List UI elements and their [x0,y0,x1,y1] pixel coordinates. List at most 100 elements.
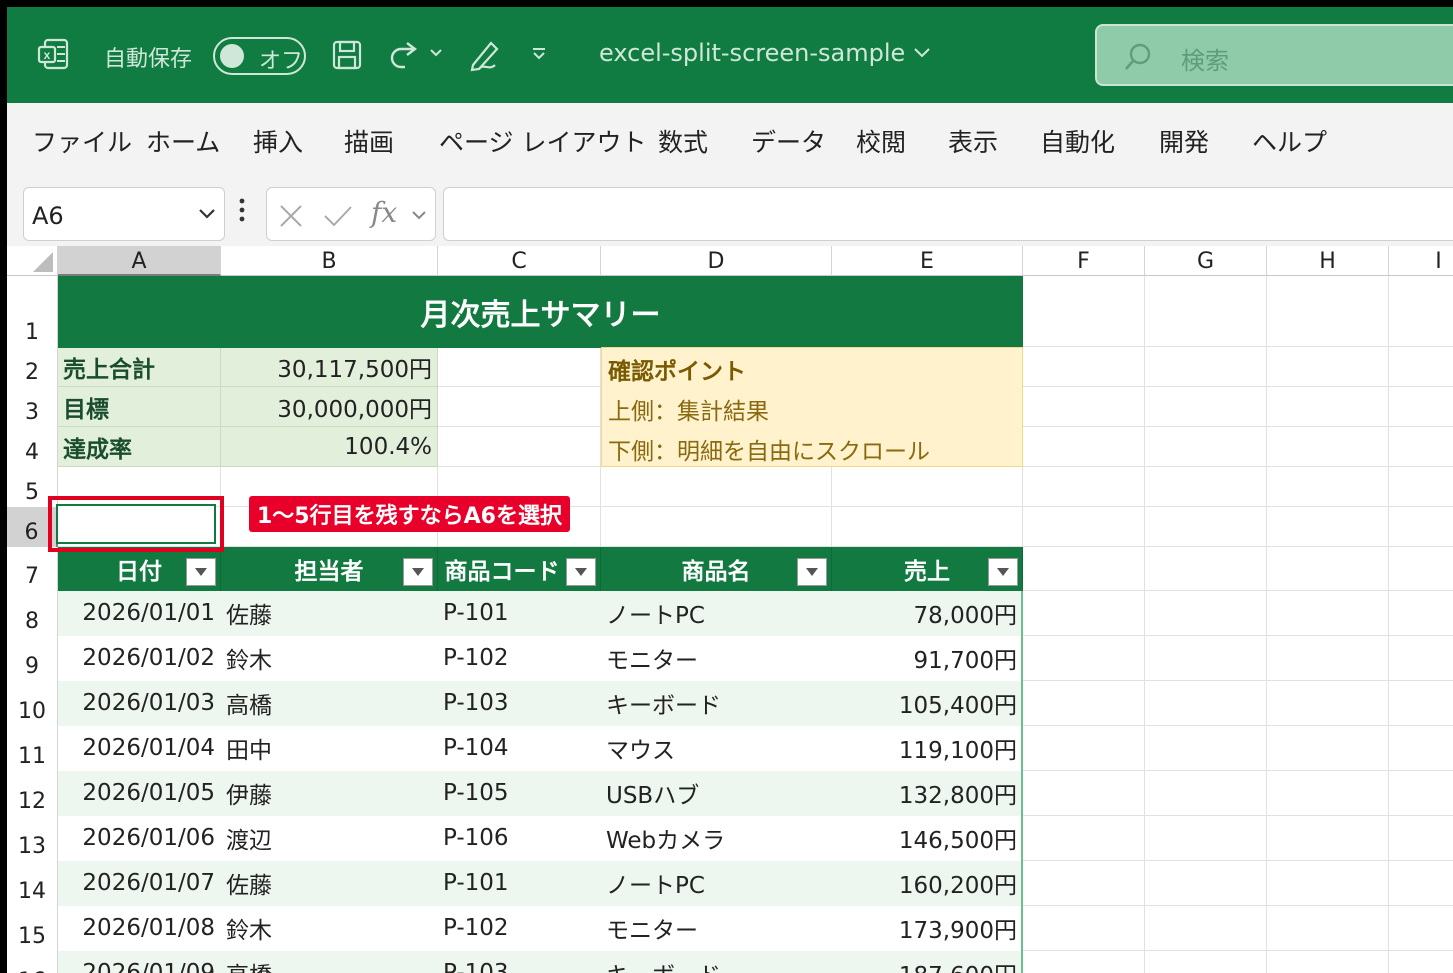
save-icon[interactable] [331,39,363,71]
grid-cell[interactable] [1267,636,1389,681]
summary-label[interactable]: 目標 [58,387,221,427]
grid-cell[interactable] [1145,726,1267,771]
grid-cell[interactable] [1389,951,1453,973]
more-options-icon[interactable] [239,197,245,223]
column-header-b[interactable]: B [221,246,438,276]
sheet-title[interactable]: 月次売上サマリー [58,276,1023,348]
row-header-16[interactable]: 16 [7,951,58,973]
chevron-down-icon[interactable] [411,210,427,220]
grid-cell[interactable] [1389,906,1453,951]
column-header-a[interactable]: A [58,246,221,276]
grid-cell[interactable] [1267,591,1389,636]
grid-cell[interactable] [1267,906,1389,951]
grid-cell[interactable] [1145,951,1267,973]
table-cell[interactable]: P-101 [438,861,601,906]
table-cell[interactable]: マウス [601,726,832,771]
table-cell[interactable]: 佐藤 [221,861,438,906]
grid-cell[interactable] [1023,347,1145,387]
summary-value[interactable]: 100.4% [221,427,438,467]
insert-function-button[interactable]: fx [371,196,397,229]
grid-cell[interactable] [1389,547,1453,591]
table-cell[interactable]: P-102 [438,906,601,951]
table-cell[interactable]: 160,200円 [832,861,1023,906]
autosave-toggle[interactable]: オフ [213,37,306,75]
row-header-11[interactable]: 11 [7,726,58,771]
grid-cell[interactable] [1389,636,1453,681]
grid-cell[interactable] [832,507,1023,547]
tab-9[interactable]: 表示 [948,123,998,159]
tab-5[interactable]: ページ レイアウト [439,123,646,159]
cancel-icon[interactable] [279,204,303,228]
column-header-e[interactable]: E [832,246,1023,276]
grid-cell[interactable] [1145,387,1267,427]
table-cell[interactable]: P-105 [438,771,601,816]
grid-cell[interactable] [1389,427,1453,467]
grid-cell[interactable] [1023,387,1145,427]
table-cell[interactable]: 173,900円 [832,906,1023,951]
grid-cell[interactable] [1023,427,1145,467]
grid-cell[interactable] [1145,906,1267,951]
row-header-10[interactable]: 10 [7,681,58,726]
grid-cell[interactable] [1023,547,1145,591]
table-cell[interactable]: 2026/01/06 [58,816,221,861]
formula-input[interactable] [443,187,1453,241]
grid-cell[interactable] [1389,467,1453,507]
table-cell[interactable]: ノートPC [601,591,832,636]
grid-cell[interactable] [1145,547,1267,591]
row-header-9[interactable]: 9 [7,636,58,681]
tab-6[interactable]: 数式 [658,123,708,159]
grid-cell[interactable] [1267,276,1389,347]
grid-cell[interactable] [1145,276,1267,347]
grid-cell[interactable] [1023,816,1145,861]
tab-4[interactable]: 描画 [344,123,394,159]
table-header-cell[interactable]: 日付 [58,547,221,591]
table-header-cell[interactable]: 売上 [832,547,1023,591]
table-cell[interactable]: 2026/01/07 [58,861,221,906]
table-cell[interactable]: ノートPC [601,861,832,906]
grid-cell[interactable] [1145,636,1267,681]
grid-cell[interactable] [1267,547,1389,591]
grid-cell[interactable] [1145,771,1267,816]
tab-3[interactable]: 挿入 [253,123,303,159]
table-cell[interactable]: 105,400円 [832,681,1023,726]
table-cell[interactable]: Webカメラ [601,816,832,861]
grid-cell[interactable] [1267,507,1389,547]
grid-cell[interactable] [1267,347,1389,387]
grid-cell[interactable] [1389,771,1453,816]
row-header-1[interactable]: 1 [7,276,58,347]
tab-11[interactable]: 開発 [1159,123,1209,159]
table-cell[interactable]: 伊藤 [221,771,438,816]
grid-cell[interactable] [1389,816,1453,861]
table-cell[interactable]: キーボード [601,681,832,726]
grid-cell[interactable] [1145,427,1267,467]
filter-dropdown-icon[interactable] [566,558,596,586]
grid-cell[interactable] [438,427,601,467]
tab-8[interactable]: 校閲 [856,123,906,159]
grid-cell[interactable] [1023,467,1145,507]
grid-cell[interactable] [1145,507,1267,547]
column-header-c[interactable]: C [438,246,601,276]
grid-cell[interactable] [1023,636,1145,681]
chevron-down-icon[interactable] [198,208,216,220]
grid-cell[interactable] [1145,816,1267,861]
table-cell[interactable]: P-106 [438,816,601,861]
table-cell[interactable]: モニター [601,906,832,951]
table-cell[interactable]: 鈴木 [221,636,438,681]
grid-cell[interactable] [1267,951,1389,973]
summary-value[interactable]: 30,000,000円 [221,387,438,427]
grid-cell[interactable] [1023,276,1145,347]
grid-cell[interactable] [1023,861,1145,906]
grid-cell[interactable] [1389,387,1453,427]
grid-cell[interactable] [1145,591,1267,636]
grid-cell[interactable] [1267,771,1389,816]
column-header-g[interactable]: G [1145,246,1267,276]
tab-12[interactable]: ヘルプ [1252,123,1327,159]
table-cell[interactable]: 2026/01/04 [58,726,221,771]
row-header-13[interactable]: 13 [7,816,58,861]
summary-label[interactable]: 売上合計 [58,347,221,387]
grid-cell[interactable] [601,467,832,507]
tab-2[interactable]: ホーム [146,123,220,159]
table-cell[interactable]: 佐藤 [221,591,438,636]
column-header-f[interactable]: F [1023,246,1145,276]
grid-cell[interactable] [1267,726,1389,771]
